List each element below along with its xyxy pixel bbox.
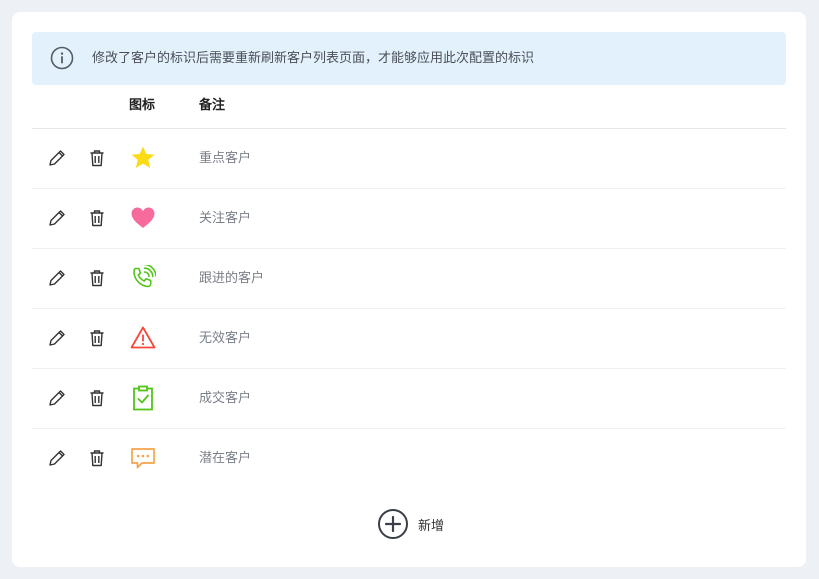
tag-config-card: 修改了客户的标识后需要重新刷新客户列表页面，才能够应用此次配置的标识 图标 备注… — [12, 12, 806, 567]
tag-list: 重点客户 关注客户 跟进的客户 无效客户 成交客户 潜在客户 — [32, 129, 786, 488]
delete-trash-icon[interactable] — [87, 208, 107, 228]
table-header: 图标 备注 — [32, 85, 786, 129]
edit-pencil-icon[interactable] — [47, 268, 67, 288]
tag-note: 成交客户 — [199, 391, 252, 406]
edit-pencil-icon[interactable] — [47, 388, 67, 408]
delete-trash-icon[interactable] — [87, 148, 107, 168]
edit-pencil-icon[interactable] — [47, 208, 67, 228]
notice-text: 修改了客户的标识后需要重新刷新客户列表页面，才能够应用此次配置的标识 — [92, 51, 535, 66]
warning-triangle-icon — [130, 325, 156, 351]
heart-icon — [130, 205, 156, 231]
table-row: 成交客户 — [32, 369, 786, 429]
tag-note: 潜在客户 — [199, 451, 252, 466]
delete-trash-icon[interactable] — [87, 448, 107, 468]
info-notice: 修改了客户的标识后需要重新刷新客户列表页面，才能够应用此次配置的标识 — [32, 32, 786, 85]
tag-note: 重点客户 — [199, 151, 252, 166]
edit-pencil-icon[interactable] — [47, 448, 67, 468]
plus-circle-icon[interactable] — [377, 508, 409, 540]
tag-note: 关注客户 — [199, 211, 252, 226]
chat-bubble-icon — [130, 445, 156, 471]
edit-pencil-icon[interactable] — [47, 148, 67, 168]
add-button-label[interactable]: 新增 — [418, 515, 444, 534]
table-row: 关注客户 — [32, 189, 786, 249]
star-icon — [130, 145, 156, 171]
add-tag-button[interactable]: 新增 — [377, 508, 444, 540]
delete-trash-icon[interactable] — [87, 328, 107, 348]
table-row: 无效客户 — [32, 309, 786, 369]
tag-note: 跟进的客户 — [199, 271, 265, 286]
delete-trash-icon[interactable] — [87, 268, 107, 288]
phone-call-icon — [130, 265, 156, 291]
table-row: 重点客户 — [32, 129, 786, 189]
column-header-icon: 图标 — [129, 98, 156, 113]
tag-note: 无效客户 — [199, 331, 252, 346]
table-row: 潜在客户 — [32, 429, 786, 488]
column-header-note: 备注 — [199, 98, 226, 113]
table-row: 跟进的客户 — [32, 249, 786, 309]
edit-pencil-icon[interactable] — [47, 328, 67, 348]
clipboard-check-icon — [130, 385, 156, 411]
info-circle-icon — [50, 46, 74, 70]
delete-trash-icon[interactable] — [87, 388, 107, 408]
